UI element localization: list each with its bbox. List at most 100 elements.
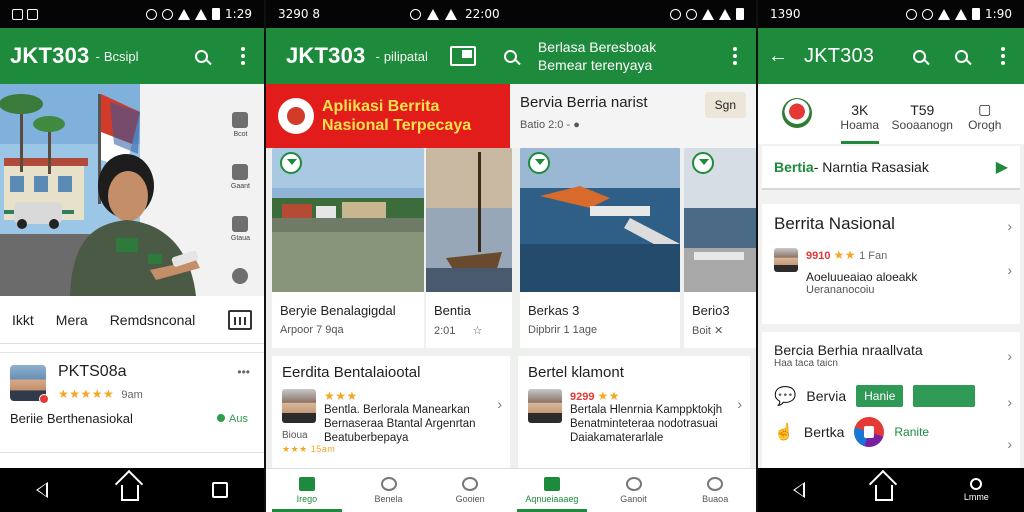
hero-image[interactable]	[0, 84, 264, 296]
play-store-icon[interactable]: ▶	[996, 157, 1008, 177]
back-icon[interactable]	[793, 482, 806, 498]
header-text-1: Berlasa Beresboak	[537, 39, 657, 55]
search-icon[interactable]	[190, 45, 212, 67]
app-title: JKT303	[10, 43, 90, 68]
more-options-icon[interactable]	[232, 45, 254, 67]
tab-5[interactable]: Ganoit	[593, 469, 675, 512]
hero-photo	[0, 84, 264, 296]
close-icon[interactable]: ✕	[714, 325, 723, 337]
category-chips: Ikkt Mera Remdsnconal	[0, 296, 264, 344]
app-notification-icon	[27, 8, 38, 20]
home-icon[interactable]	[875, 485, 894, 501]
home-icon	[298, 477, 315, 491]
system-nav-bar: Lmme	[758, 468, 1024, 512]
live-badge	[39, 394, 49, 404]
video-tile-1[interactable]: Beryie Benalagigdal Arpoor 7 9qa	[272, 148, 424, 348]
section2-sub: Haa taca taicn	[774, 358, 838, 369]
check-badge-icon	[528, 152, 550, 174]
battery-icon	[212, 8, 221, 20]
tab-6[interactable]: Buaoa	[674, 469, 756, 512]
row2-chip[interactable]: Ranite	[894, 425, 929, 439]
more-options-icon[interactable]	[992, 45, 1014, 67]
video-tile-3[interactable]: 03:3 Berkas 3 Dipbrir 1 1age	[520, 148, 680, 348]
app-subtitle-dash: -	[375, 48, 380, 64]
row1-chip[interactable]: Hanie	[856, 385, 904, 407]
section-national[interactable]: Berrita Nasional › 9910 ★★ 1 Fan Aoeluue…	[762, 204, 1020, 324]
search-icon[interactable]	[908, 45, 930, 67]
chevron-right-icon[interactable]: ›	[1007, 348, 1012, 364]
chip-1[interactable]: Ikkt	[12, 312, 34, 328]
recent-apps-icon[interactable]	[211, 482, 228, 498]
tile-sub-4: Boit	[692, 325, 711, 337]
news-card[interactable]: PKTS08a ★★★★★ 9am ••• Beriie Berthenasio…	[0, 352, 264, 448]
list-extra-1: ★★★ 15am	[282, 444, 336, 454]
star-outline-icon[interactable]: ☆	[472, 325, 482, 337]
check-badge-icon	[692, 152, 714, 174]
chevron-right-icon[interactable]: ›	[1007, 394, 1012, 410]
search-icon[interactable]	[500, 45, 522, 67]
list-price-2: 9299	[570, 391, 595, 403]
card-title: PKTS08a	[58, 363, 127, 380]
back-arrow-icon[interactable]: ←	[768, 45, 788, 68]
battery-icon	[972, 8, 981, 20]
chevron-right-icon[interactable]: ›	[497, 396, 502, 412]
comment-label: Gaant	[230, 183, 250, 190]
bottom-tab-bar: Irego Benela Gooien Aqnueiaaaeg Ganoit B…	[266, 468, 756, 512]
chevron-right-icon[interactable]: ›	[1007, 436, 1012, 452]
screen-home: 1:29 JKT303 - Bcsipl Bcot Gaant Gtaua Ik…	[0, 0, 264, 512]
chip-2[interactable]: Mera	[56, 312, 88, 328]
tab-label: Irego	[296, 494, 318, 504]
video-tile-4[interactable]: Berio3 Boit ✕	[684, 148, 756, 348]
chevron-right-icon[interactable]: ›	[1007, 218, 1012, 234]
search-icon-2[interactable]	[950, 45, 972, 67]
more-options-icon[interactable]	[724, 45, 746, 67]
status-time: 1:29	[225, 7, 252, 21]
app-subtitle: pilipatal	[383, 48, 428, 64]
tab-2[interactable]: Benela	[348, 469, 430, 512]
comment-action[interactable]: Gaant	[231, 164, 250, 190]
tab-home[interactable]: Irego	[266, 469, 348, 512]
tab-4[interactable]: Aqnueiaaaeg	[511, 469, 593, 512]
header-card[interactable]: Bervia Berria narist Batio 2:0 - ● Sgn	[510, 84, 756, 148]
heart-icon	[232, 112, 249, 128]
chevron-right-icon[interactable]: ›	[1007, 262, 1012, 278]
tab-2[interactable]: T59 Sooaanogn	[891, 102, 954, 144]
news-list-card-1[interactable]: Eerdita Bentalaiootal ★★★ Bentla. Berlor…	[272, 356, 510, 468]
tile-sub-1: Arpoor 7 9qa	[280, 324, 344, 336]
back-icon[interactable]	[36, 482, 49, 498]
promo-strip[interactable]: Bertia - Narntia Rasasiak ▶	[762, 146, 1020, 190]
mute-icon	[410, 8, 421, 20]
chip-3[interactable]: Remdsnconal	[110, 312, 196, 328]
sync-icon	[922, 8, 934, 20]
section-regional[interactable]: Bercia Berhia nraallvata Haa taca taicn …	[762, 332, 1020, 468]
news-list-card-2[interactable]: Bertel klamont 9299 ★★ Bertala Hlenrnia …	[518, 356, 750, 468]
status-time: 1:90	[985, 7, 1012, 21]
bookmark-icon	[232, 268, 249, 284]
header-card-sub: Batio 2:0 -	[520, 119, 571, 131]
comment-icon	[232, 164, 249, 180]
share-icon	[232, 216, 249, 232]
tab-3[interactable]: Gooien	[429, 469, 511, 512]
tab-emblem[interactable]	[766, 98, 829, 144]
promo-banner[interactable]: Aplikasi Berrita Nasional Terpecaya	[266, 84, 510, 148]
nav-profile[interactable]: Lmme	[964, 478, 989, 502]
share-action[interactable]: Gtaua	[231, 216, 250, 242]
video-tile-2[interactable]: 02:8 Bentia 2:01 ☆	[426, 148, 512, 348]
layout-icon[interactable]	[449, 46, 476, 66]
card-more-icon[interactable]: •••	[237, 365, 250, 379]
bookmark-action[interactable]	[232, 268, 249, 284]
tile-title-4: Berio3	[692, 303, 730, 318]
like-action[interactable]: Bcot	[232, 112, 249, 138]
chevron-right-icon[interactable]: ›	[737, 396, 742, 412]
section-title: Berrita Nasional	[774, 214, 895, 233]
tab-3[interactable]: ▢ Orogh	[954, 101, 1017, 144]
list-stars-2: ★★	[597, 389, 621, 403]
signal-icon-2	[719, 8, 731, 20]
nav-label: Lmme	[963, 492, 989, 502]
chart-icon[interactable]	[228, 309, 252, 330]
comment-icon: 💬	[774, 385, 797, 406]
home-icon[interactable]	[120, 485, 139, 501]
tab-home[interactable]: 3K Hoama	[829, 102, 892, 144]
system-nav-bar	[0, 468, 264, 512]
sign-button[interactable]: Sgn	[704, 92, 746, 118]
